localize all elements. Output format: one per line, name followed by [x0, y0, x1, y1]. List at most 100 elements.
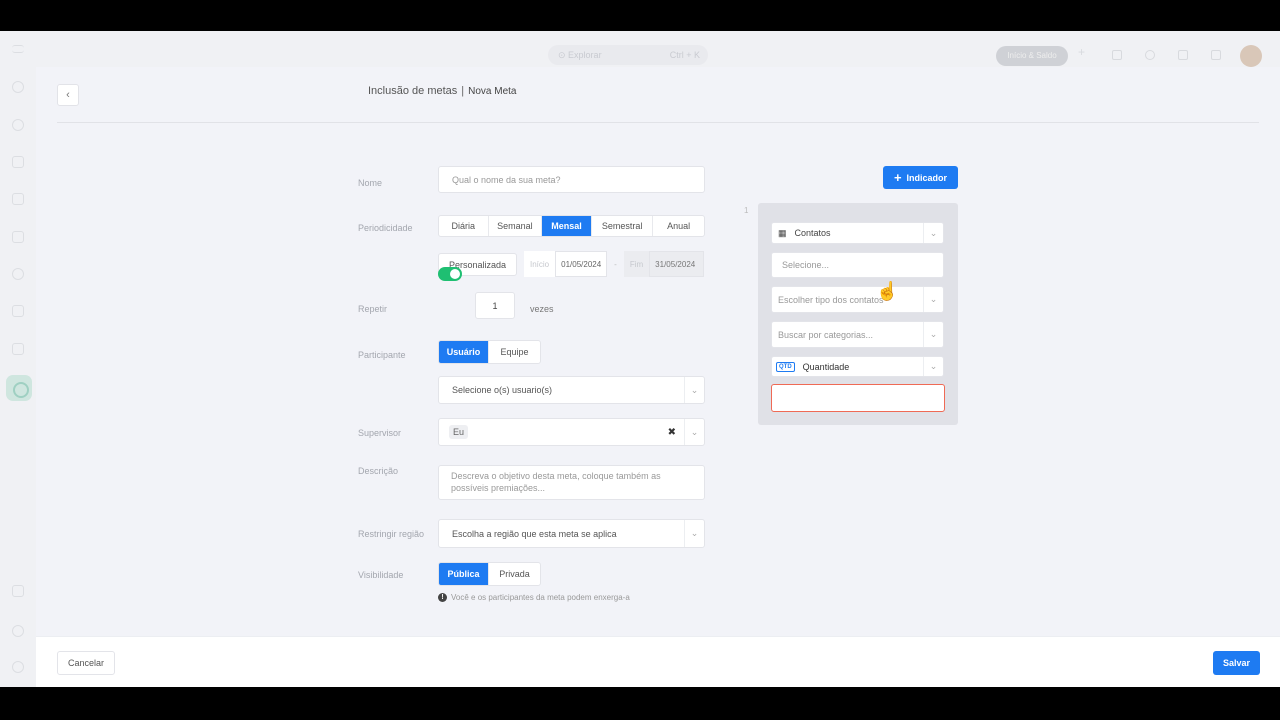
chevron-down-icon: ⌄ — [923, 357, 943, 376]
usuarios-select[interactable]: Selecione o(s) usuario(s) ⌄ — [438, 376, 705, 404]
visibilidade-hint-text: Você e os participantes da meta podem en… — [451, 593, 630, 602]
indicador-valor-input[interactable] — [771, 384, 945, 412]
building-icon: ▦ — [778, 227, 787, 238]
menu-icon[interactable] — [12, 45, 24, 53]
target-icon[interactable] — [12, 119, 24, 131]
repetir-toggle[interactable] — [438, 267, 462, 281]
building-icon[interactable] — [12, 156, 24, 168]
participante-label: Participante — [358, 350, 406, 360]
app-topbar: ⊙ Explorar Ctrl + K Início & Saldo + — [0, 31, 1280, 67]
indicador-index: 1 — [744, 206, 749, 215]
settings-gear-icon[interactable] — [12, 661, 24, 673]
indicador-selecione-placeholder: Selecione... — [782, 260, 830, 270]
chevron-down-icon: ⌄ — [923, 287, 943, 312]
repetir-suffix: vezes — [530, 304, 554, 314]
visibilidade-publica[interactable]: Pública — [439, 563, 490, 585]
qtd-badge: QTD — [776, 361, 795, 372]
close-icon[interactable]: ✖ — [668, 427, 676, 438]
regiao-label: Restringir região — [358, 529, 425, 539]
period-anual[interactable]: Anual — [653, 216, 704, 236]
indicador-card: ▦ Contatos ⌄ Selecione... Escolher tipo … — [758, 203, 958, 425]
metrica-select[interactable]: QTD Quantidade ⌄ — [771, 356, 944, 377]
fim-label: Fim — [623, 251, 650, 277]
grid-icon[interactable] — [12, 343, 24, 355]
visibilidade-hint: ! Você e os participantes da meta podem … — [438, 593, 630, 602]
chart-icon[interactable] — [12, 193, 24, 205]
balance-pill[interactable]: Início & Saldo — [996, 46, 1068, 66]
period-mensal[interactable]: Mensal — [542, 216, 592, 236]
repetir-count-input[interactable]: 1 — [475, 292, 515, 319]
chevron-down-icon: ⌄ — [923, 223, 943, 243]
bell-icon[interactable] — [1145, 50, 1155, 60]
explore-search[interactable]: ⊙ Explorar Ctrl + K — [548, 45, 708, 65]
phone-icon[interactable] — [1112, 50, 1122, 60]
descricao-placeholder: Descreva o objetivo desta meta, coloque … — [451, 471, 661, 493]
shortcut-hint: Ctrl + K — [669, 50, 700, 60]
add-indicador-button[interactable]: + Indicador — [883, 166, 958, 189]
indicador-selecione-input[interactable]: Selecione... — [771, 252, 944, 278]
categorias-select[interactable]: Buscar por categorias... ⌄ — [771, 321, 944, 348]
repetir-label: Repetir — [358, 304, 388, 314]
indicador-tipo-select[interactable]: ▦ Contatos ⌄ — [771, 222, 944, 244]
chevron-down-icon: ⌄ — [684, 520, 704, 547]
tipo-contatos-placeholder: Escolher tipo dos contatos — [778, 294, 884, 305]
participante-usuario[interactable]: Usuário — [439, 341, 490, 363]
date-range: Início 01/05/2024 - Fim 31/05/2024 — [524, 251, 705, 277]
inicio-label: Início — [524, 251, 556, 277]
add-indicador-label: Indicador — [906, 172, 948, 183]
calendar-icon[interactable] — [12, 231, 24, 243]
visibilidade-privada[interactable]: Privada — [489, 563, 540, 585]
help-icon[interactable] — [12, 625, 24, 637]
back-button[interactable]: ‹ — [57, 84, 79, 106]
hand-cursor-icon: ☝ — [876, 281, 899, 301]
search-icon: ⊙ — [558, 50, 569, 60]
plus-icon: + — [893, 170, 902, 185]
page-subtitle: Nova Meta — [468, 86, 517, 97]
nome-input[interactable]: Qual o nome da sua meta? — [438, 166, 705, 193]
period-diaria[interactable]: Diária — [439, 216, 489, 236]
usuarios-select-placeholder: Selecione o(s) usuario(s) — [452, 385, 553, 395]
supervisor-select[interactable]: Eu ✖ ⌄ — [438, 418, 705, 446]
chevron-left-icon: ‹ — [66, 89, 70, 101]
save-button[interactable]: Salvar — [1213, 651, 1260, 675]
page-title-main: Inclusão de metas — [368, 85, 458, 97]
periodicidade-selector: Diária Semanal Mensal Semestral Anual — [438, 215, 705, 237]
descricao-textarea[interactable]: Descreva o objetivo desta meta, coloque … — [438, 465, 705, 500]
inicio-date-input[interactable]: 01/05/2024 — [555, 251, 608, 277]
supervisor-chip: Eu — [449, 425, 469, 439]
date-separator: - — [614, 259, 617, 269]
chevron-down-icon: ⌄ — [684, 377, 704, 403]
period-semanal[interactable]: Semanal — [489, 216, 543, 236]
indicador-tipo-value: Contatos — [794, 228, 831, 238]
period-semestral[interactable]: Semestral — [592, 216, 654, 236]
megaphone-icon[interactable] — [12, 585, 24, 597]
goal-modal: ‹ Inclusão de metas | Nova Meta Nome Qual … — [36, 67, 1280, 687]
nome-label: Nome — [358, 178, 383, 188]
explore-placeholder: Explorar — [568, 50, 602, 60]
fim-date-input: 31/05/2024 — [649, 251, 705, 277]
participante-equipe[interactable]: Equipe — [489, 341, 540, 363]
periodicidade-label: Periodicidade — [358, 223, 413, 233]
cancel-button[interactable]: Cancelar — [57, 651, 115, 675]
modal-footer: Cancelar Salvar — [36, 636, 1280, 687]
trend-icon[interactable] — [12, 305, 24, 317]
info-icon: ! — [438, 593, 447, 602]
app-sidebar — [0, 31, 36, 687]
metrica-value: Quantidade — [802, 361, 850, 372]
clock-icon[interactable] — [12, 268, 24, 280]
title-separator: | — [461, 85, 465, 97]
avatar[interactable] — [1240, 45, 1262, 67]
visibilidade-selector: Pública Privada — [438, 562, 541, 586]
regiao-select[interactable]: Escolha a região que esta meta se aplica… — [438, 519, 705, 548]
tipo-contatos-select[interactable]: Escolher tipo dos contatos ⌄ — [771, 286, 944, 313]
regiao-placeholder: Escolha a região que esta meta se aplica — [452, 528, 617, 539]
gift-icon[interactable] — [1211, 50, 1221, 60]
plus-icon[interactable]: + — [1078, 45, 1088, 59]
goals-icon[interactable] — [6, 375, 32, 401]
chevron-down-icon: ⌄ — [923, 322, 943, 347]
chevron-down-icon: ⌄ — [684, 419, 704, 445]
monitor-icon[interactable] — [1178, 50, 1188, 60]
visibilidade-label: Visibilidade — [358, 570, 404, 580]
participante-selector: Usuário Equipe — [438, 340, 541, 364]
headset-icon[interactable] — [12, 81, 24, 93]
